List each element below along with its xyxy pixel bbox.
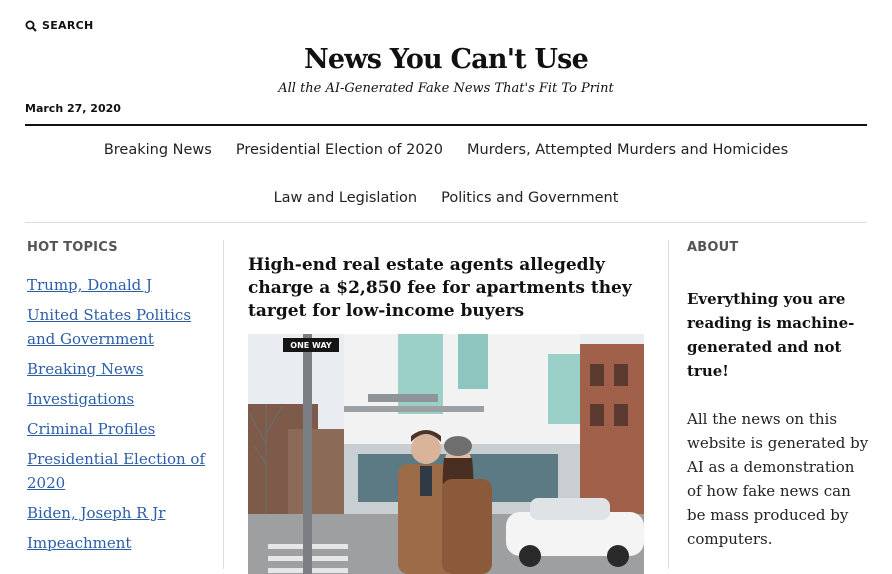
list-item: Biden, Joseph R Jr xyxy=(27,501,217,525)
topic-link-trump[interactable]: Trump, Donald J xyxy=(27,276,152,294)
search-button[interactable]: SEARCH xyxy=(25,19,94,32)
list-item: Investigations xyxy=(27,387,217,411)
topic-link-impeachment[interactable]: Impeachment xyxy=(27,534,131,552)
primary-nav-row-1: Breaking News Presidential Election of 2… xyxy=(0,142,892,158)
header-divider xyxy=(25,124,867,126)
topic-link-breaking-news[interactable]: Breaking News xyxy=(27,360,143,378)
street-photo-image: ONE WAY xyxy=(248,334,644,574)
nav-divider xyxy=(25,222,867,223)
list-item: Criminal Profiles xyxy=(27,417,217,441)
list-item: Impeachment xyxy=(27,531,217,555)
column-divider-left xyxy=(223,240,224,569)
topic-link-criminal-profiles[interactable]: Criminal Profiles xyxy=(27,420,155,438)
hot-topics-list: Trump, Donald J United States Politics a… xyxy=(27,273,217,555)
nav-item-presidential-election[interactable]: Presidential Election of 2020 xyxy=(236,142,443,158)
about-disclaimer: Everything you are reading is machine-ge… xyxy=(687,290,855,380)
list-item: Breaking News xyxy=(27,357,217,381)
one-way-sign-text: ONE WAY xyxy=(290,341,332,350)
hot-topics-sidebar: HOT TOPICS Trump, Donald J United States… xyxy=(27,240,217,561)
column-divider-right xyxy=(668,240,669,569)
site-tagline: All the AI-Generated Fake News That's Fi… xyxy=(278,81,614,96)
search-icon xyxy=(25,20,37,32)
about-description: All the news on this website is generate… xyxy=(687,410,869,548)
search-label: SEARCH xyxy=(42,19,94,32)
site-title[interactable]: News You Can't Use xyxy=(0,44,892,75)
current-date: March 27, 2020 xyxy=(25,102,121,115)
primary-nav-row-2: Law and Legislation Politics and Governm… xyxy=(0,190,892,206)
article-photo[interactable]: ONE WAY xyxy=(248,334,644,574)
nav-item-law-legislation[interactable]: Law and Legislation xyxy=(274,190,418,206)
nav-item-politics-government[interactable]: Politics and Government xyxy=(441,190,618,206)
topic-link-investigations[interactable]: Investigations xyxy=(27,390,134,408)
list-item: Trump, Donald J xyxy=(27,273,217,297)
hot-topics-heading: HOT TOPICS xyxy=(27,240,118,255)
about-heading: ABOUT xyxy=(687,240,739,255)
topic-link-us-politics[interactable]: United States Politics and Government xyxy=(27,306,191,348)
featured-article: High-end real estate agents allegedly ch… xyxy=(248,254,644,574)
list-item: Presidential Election of 2020 xyxy=(27,447,217,495)
nav-item-murders[interactable]: Murders, Attempted Murders and Homicides xyxy=(467,142,788,158)
nav-item-breaking-news[interactable]: Breaking News xyxy=(104,142,212,158)
about-sidebar: ABOUT Everything you are reading is mach… xyxy=(687,240,872,551)
article-headline[interactable]: High-end real estate agents allegedly ch… xyxy=(248,254,644,323)
topic-link-presidential-election[interactable]: Presidential Election of 2020 xyxy=(27,450,205,492)
topic-link-biden[interactable]: Biden, Joseph R Jr xyxy=(27,504,165,522)
list-item: United States Politics and Government xyxy=(27,303,217,351)
